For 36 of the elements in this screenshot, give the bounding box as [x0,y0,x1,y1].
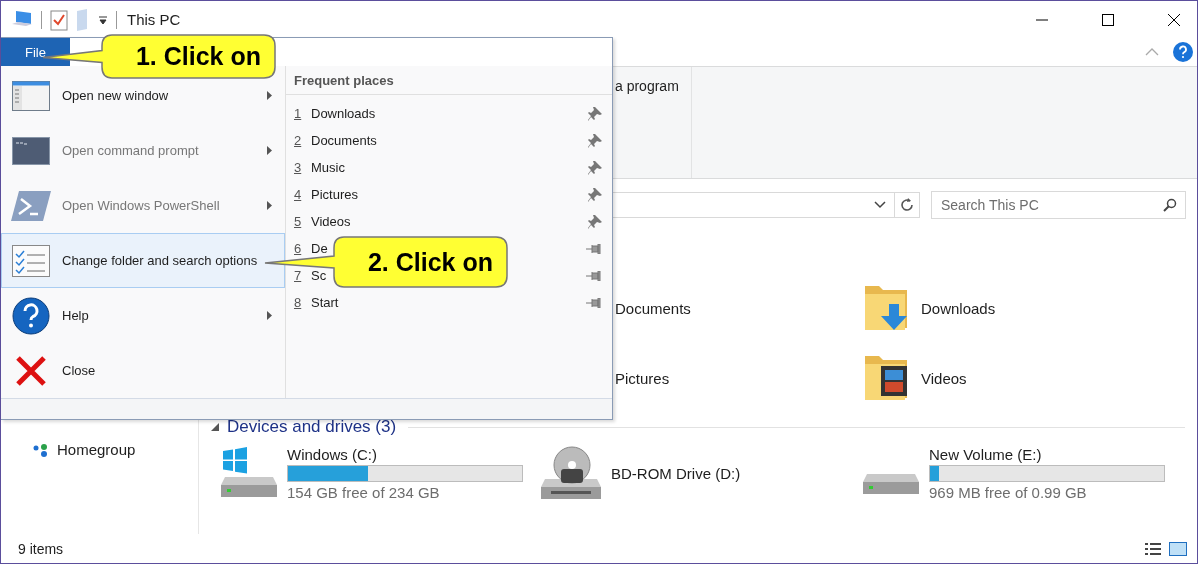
item-count: 9 items [18,541,64,557]
place-link[interactable]: Start [311,295,339,310]
drive-name[interactable]: New Volume (E:) [929,445,1165,463]
group-header[interactable]: Devices and drives (3) [227,417,397,437]
access-key: 1 [294,106,311,121]
access-key: 2 [294,133,311,148]
folder-label[interactable]: Pictures [615,369,670,387]
access-key: 5 [294,214,311,229]
access-key: 6 [294,241,311,256]
place-link[interactable]: De [311,241,328,256]
place-link[interactable]: Music [311,160,345,175]
place-link[interactable]: Videos [311,214,351,229]
menu-item[interactable]: Open new window [1,68,285,123]
access-key: 3 [294,160,311,175]
free-space: 154 GB free of 234 GB [287,483,441,501]
free-space: 969 MB free of 0.99 GB [929,483,1088,501]
window-title: This PC [127,11,181,28]
access-key: 4 [294,187,311,202]
search-field[interactable]: Search This PC [931,191,1186,219]
place-link[interactable]: Downloads [311,106,376,121]
file-tab[interactable]: File [1,38,70,66]
folder-label[interactable]: Videos [921,369,967,387]
place-link[interactable]: Pictures [311,187,358,202]
drive-name[interactable]: Windows (C:) [287,445,523,463]
place-link[interactable]: Sc [311,268,327,283]
section-header: Frequent places [286,66,612,95]
drive-name[interactable]: BD-ROM Drive (D:) [611,464,741,482]
menu-item[interactable]: Change folder and search options [1,233,285,288]
folder-label[interactable]: Documents [615,299,691,317]
access-key: 7 [294,268,311,283]
menu-item[interactable]: Close [1,343,285,398]
folder-label[interactable]: Downloads [921,299,996,317]
access-key: 8 [294,295,311,310]
place-link[interactable]: Documents [311,133,377,148]
nav-item[interactable]: Homegroup [57,441,136,458]
menu-item[interactable]: Help [1,288,285,343]
